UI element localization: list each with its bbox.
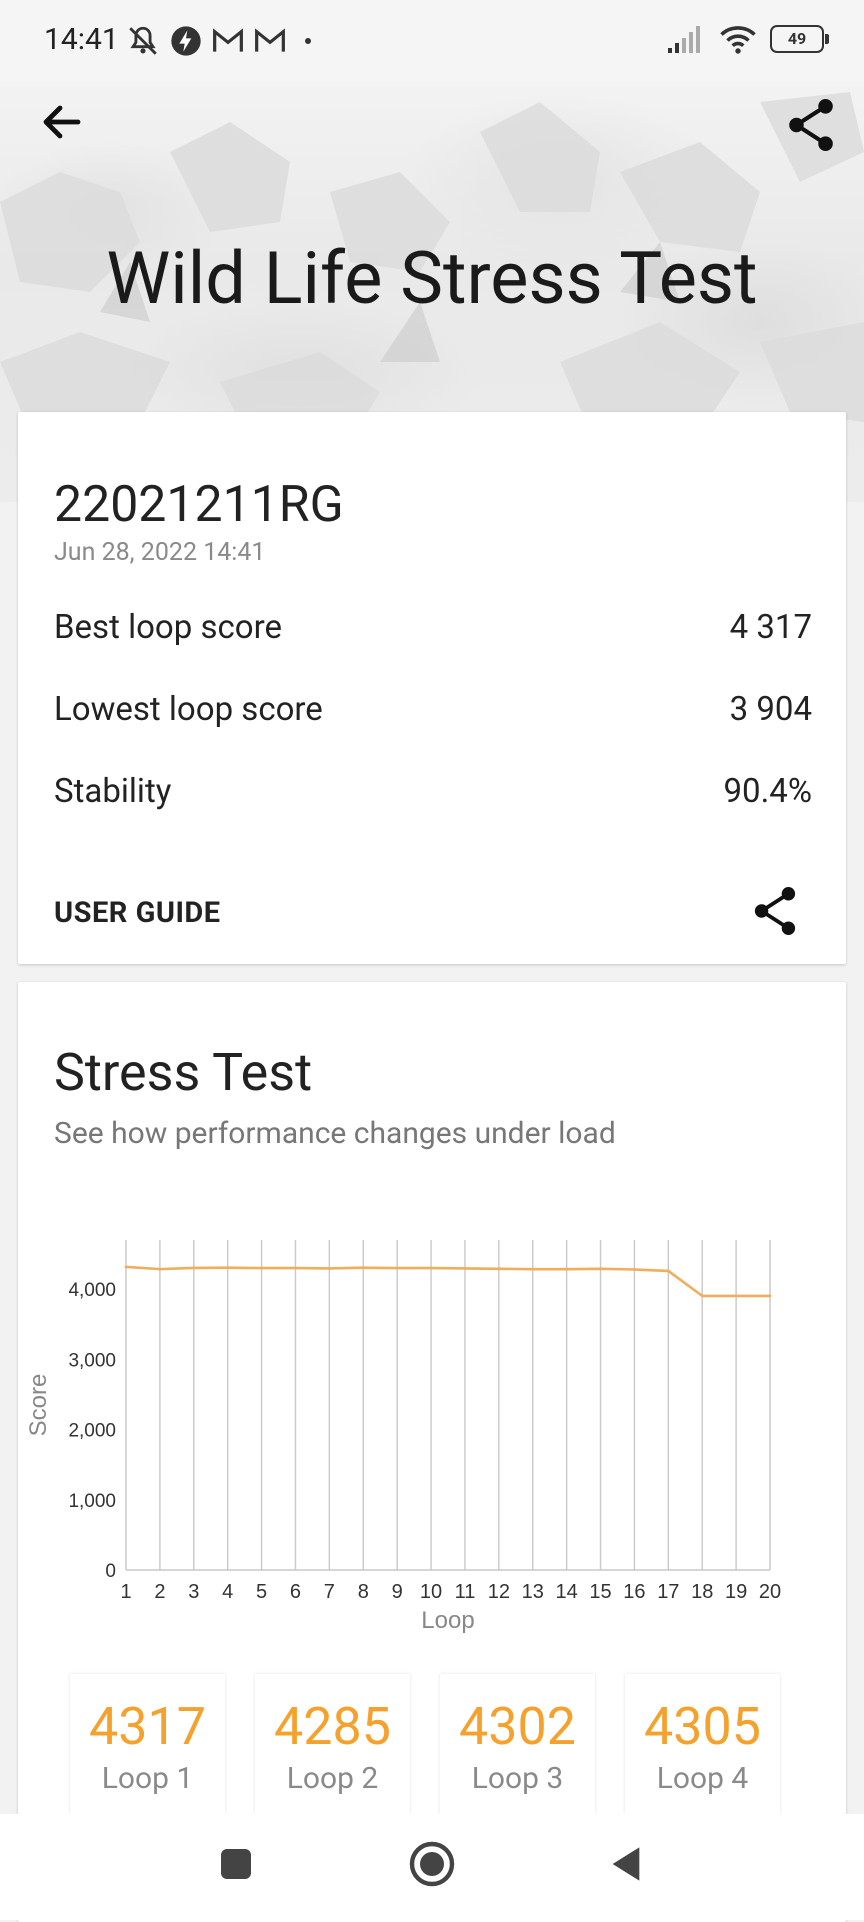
loop-label: Loop 2 <box>286 1761 379 1796</box>
x-tick-label: 8 <box>358 1581 369 1603</box>
x-tick-label: 1 <box>120 1581 131 1603</box>
x-tick-label: 19 <box>725 1581 747 1603</box>
y-tick-label: 4,000 <box>68 1280 116 1301</box>
y-axis-label: Score <box>25 1374 52 1437</box>
x-tick-label: 17 <box>657 1581 679 1603</box>
y-tick-label: 3,000 <box>68 1350 116 1371</box>
x-tick-label: 3 <box>188 1581 199 1603</box>
user-guide-link[interactable]: USER GUIDE <box>54 896 221 930</box>
data-point <box>294 1266 297 1270</box>
page-title: Wild Life Stress Test <box>106 236 758 321</box>
row-label: Stability <box>54 772 172 811</box>
data-point <box>633 1268 636 1271</box>
back-triangle-icon[interactable] <box>608 1844 644 1884</box>
back-arrow-icon[interactable] <box>38 98 86 146</box>
system-icons: 49 <box>666 24 829 54</box>
best-loop-row: Best loop score 4 317 <box>54 608 812 647</box>
loop-label: Loop 1 <box>101 1761 194 1796</box>
y-tick-label: 0 <box>105 1561 116 1582</box>
data-point <box>734 1294 738 1298</box>
x-tick-label: 11 <box>455 1581 476 1603</box>
section-title: Stress Test <box>54 1042 313 1103</box>
data-point <box>599 1267 602 1271</box>
data-point <box>463 1267 467 1270</box>
status-time: 14:41 <box>44 22 119 57</box>
device-model: 22021211RG <box>54 476 344 534</box>
series-line <box>125 1265 770 1298</box>
data-point <box>158 1267 162 1271</box>
result-summary-card: 22021211RG Jun 28, 2022 14:41 Best loop … <box>18 412 846 964</box>
loop-score: 4305 <box>644 1696 761 1757</box>
y-tick-label: 2,000 <box>68 1421 116 1442</box>
row-label: Best loop score <box>54 608 282 647</box>
row-value: 3 904 <box>729 690 812 729</box>
data-point <box>124 1265 128 1269</box>
x-tick-label: 18 <box>691 1581 713 1603</box>
loop-label: Loop 3 <box>471 1761 564 1796</box>
x-tick-label: 10 <box>420 1581 442 1603</box>
data-point <box>260 1266 263 1270</box>
x-tick-label: 4 <box>222 1581 233 1603</box>
data-point <box>565 1267 569 1271</box>
x-tick-label: 20 <box>759 1581 781 1603</box>
share-icon[interactable] <box>786 98 836 152</box>
row-label: Lowest loop score <box>54 690 323 729</box>
signal-icon <box>668 26 700 53</box>
gmail-icon <box>255 28 285 52</box>
x-tick-label: 14 <box>556 1581 578 1603</box>
status-bar: 14:41 49 <box>0 0 864 82</box>
loop-score-tiles: 4317 Loop 1 4285 Loop 2 4302 Loop 3 4305… <box>70 1674 810 1814</box>
data-point <box>395 1266 399 1270</box>
loop-label: Loop 4 <box>656 1761 749 1796</box>
data-point <box>531 1267 535 1271</box>
x-tick-label: 9 <box>392 1581 403 1603</box>
data-point <box>768 1294 772 1298</box>
x-tick-label: 2 <box>154 1581 165 1603</box>
data-point <box>666 1269 670 1273</box>
loop-tile[interactable]: 4317 Loop 1 <box>70 1674 225 1814</box>
stability-row: Stability 90.4% <box>54 772 812 811</box>
stress-line-chart: 01,0002,0003,0004,0001 2 3 4 5 6 7 8 9 10 11 12 13 14… <box>25 1240 781 1634</box>
system-navigation-bar <box>0 1814 864 1920</box>
share-icon[interactable] <box>752 886 798 936</box>
gmail-icon <box>213 28 243 52</box>
data-point <box>327 1267 331 1270</box>
loop-tile[interactable]: 4285 Loop 2 <box>255 1674 410 1814</box>
stress-test-card: Stress Test See how performance changes … <box>18 982 846 1922</box>
data-point <box>361 1266 365 1270</box>
x-tick-label: 13 <box>522 1581 544 1603</box>
section-subtitle: See how performance changes under load <box>54 1116 616 1151</box>
data-point <box>429 1266 433 1270</box>
row-value: 4 317 <box>729 608 812 647</box>
power-bolt-icon <box>171 26 201 56</box>
lowest-loop-row: Lowest loop score 3 904 <box>54 690 812 729</box>
x-tick-label: 16 <box>623 1581 645 1603</box>
data-point <box>700 1294 704 1298</box>
loop-score: 4317 <box>89 1696 206 1757</box>
x-axis-label: Loop <box>421 1607 474 1634</box>
loop-score: 4302 <box>459 1696 576 1757</box>
data-point <box>497 1267 501 1271</box>
y-tick-label: 1,000 <box>68 1491 116 1512</box>
recent-apps-icon[interactable] <box>218 1846 254 1882</box>
data-point <box>192 1266 196 1270</box>
data-point <box>226 1266 230 1270</box>
more-dot-icon <box>305 38 311 44</box>
notification-icons <box>126 24 320 58</box>
row-value: 90.4% <box>723 772 812 811</box>
x-tick-label: 6 <box>290 1581 301 1603</box>
bell-muted-icon <box>129 26 157 55</box>
loop-score: 4285 <box>274 1696 391 1757</box>
battery-icon: 49 <box>770 25 829 53</box>
loop-tile[interactable]: 4305 Loop 4 <box>625 1674 780 1814</box>
x-tick-label: 5 <box>256 1581 267 1603</box>
wifi-icon <box>720 26 756 54</box>
x-tick-label: 7 <box>324 1581 335 1603</box>
x-tick-label: 15 <box>589 1581 611 1603</box>
loop-tile[interactable]: 4302 Loop 3 <box>440 1674 595 1814</box>
x-tick-label: 12 <box>488 1581 510 1603</box>
result-date: Jun 28, 2022 14:41 <box>54 538 266 567</box>
home-icon[interactable] <box>408 1840 456 1888</box>
